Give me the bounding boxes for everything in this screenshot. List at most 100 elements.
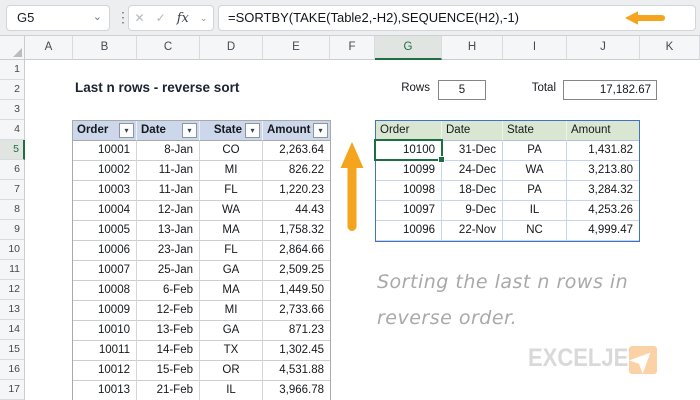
cell[interactable]: WA [200, 201, 263, 221]
cell[interactable]: 4,531.88 [263, 361, 330, 381]
cell[interactable]: 1,302.45 [263, 341, 330, 361]
cell[interactable]: 10005 [73, 221, 137, 241]
column-header-C[interactable]: C [137, 36, 200, 60]
cell[interactable]: 24-Dec [442, 161, 503, 181]
cell[interactable]: 2,509.25 [263, 261, 330, 281]
cell[interactable]: 10096 [376, 221, 442, 241]
cell[interactable]: 1,758.32 [263, 221, 330, 241]
row-header-3[interactable]: 3 [0, 100, 25, 120]
cell[interactable]: 14-Feb [137, 341, 200, 361]
cell[interactable]: 11-Jan [137, 181, 200, 201]
fill-handle[interactable] [438, 156, 445, 163]
cell[interactable]: 1,449.50 [263, 281, 330, 301]
cell[interactable]: 12-Jan [137, 201, 200, 221]
column-header-H[interactable]: H [442, 36, 503, 60]
cell[interactable]: GA [200, 321, 263, 341]
cell[interactable]: 18-Dec [442, 181, 503, 201]
column-header-G[interactable]: G [375, 36, 442, 60]
row-header-8[interactable]: 8 [0, 200, 25, 220]
cell[interactable]: 826.22 [263, 161, 330, 181]
cell[interactable]: 10099 [376, 161, 442, 181]
cell[interactable]: 10013 [73, 381, 137, 400]
cell[interactable]: 10012 [73, 361, 137, 381]
cell[interactable]: 21-Feb [137, 381, 200, 400]
cell[interactable]: 25-Jan [137, 261, 200, 281]
row-header-16[interactable]: 16 [0, 360, 25, 380]
cell[interactable]: PA [503, 181, 567, 201]
row-header-14[interactable]: 14 [0, 320, 25, 340]
cell[interactable]: 31-Dec [442, 141, 503, 161]
column-header-A[interactable]: A [25, 36, 73, 60]
column-header-F[interactable]: F [330, 36, 375, 60]
cell[interactable]: MA [200, 221, 263, 241]
cell[interactable]: 9-Dec [442, 201, 503, 221]
row-header-9[interactable]: 9 [0, 220, 25, 240]
row-header-12[interactable]: 12 [0, 280, 25, 300]
rows-input-cell[interactable]: 5 [438, 80, 486, 100]
cell[interactable]: 22-Nov [442, 221, 503, 241]
filter-dropdown-icon[interactable]: ▾ [313, 123, 328, 138]
row-header-2[interactable]: 2 [0, 80, 25, 100]
row-header-13[interactable]: 13 [0, 300, 25, 320]
cell[interactable]: 3,213.80 [567, 161, 639, 181]
selected-cell-outline[interactable] [374, 139, 445, 163]
row-header-6[interactable]: 6 [0, 160, 25, 180]
cell[interactable]: 6-Feb [137, 281, 200, 301]
row-header-4[interactable]: 4 [0, 120, 25, 140]
cell[interactable]: 10002 [73, 161, 137, 181]
cell[interactable]: IL [200, 381, 263, 400]
cell[interactable]: 44.43 [263, 201, 330, 221]
cell[interactable]: 13-Jan [137, 221, 200, 241]
filter-dropdown-icon[interactable]: ▾ [245, 123, 260, 138]
select-all-corner[interactable] [0, 36, 25, 60]
column-header-B[interactable]: B [73, 36, 137, 60]
filter-dropdown-icon[interactable]: ▾ [182, 123, 197, 138]
row-header-5[interactable]: 5 [0, 140, 25, 160]
column-header-E[interactable]: E [263, 36, 330, 60]
chevron-down-icon[interactable]: ⌄ [200, 13, 208, 24]
cell[interactable]: 2,864.66 [263, 241, 330, 261]
cell[interactable]: 2,263.64 [263, 141, 330, 161]
column-header-I[interactable]: I [503, 36, 567, 60]
cell[interactable]: 2,733.66 [263, 301, 330, 321]
cell[interactable]: 15-Feb [137, 361, 200, 381]
total-cell[interactable]: 17,182.67 [563, 80, 657, 100]
cancel-icon[interactable]: ✕ [135, 11, 145, 25]
cell[interactable]: 10010 [73, 321, 137, 341]
cell[interactable]: MA [200, 281, 263, 301]
cell[interactable]: IL [503, 201, 567, 221]
cell[interactable]: 1,431.82 [567, 141, 639, 161]
column-header-K[interactable]: K [640, 36, 700, 60]
cell[interactable]: CO [200, 141, 263, 161]
cell[interactable]: 10009 [73, 301, 137, 321]
enter-icon[interactable]: ✓ [156, 11, 166, 25]
cell[interactable]: MI [200, 161, 263, 181]
cell[interactable]: 23-Jan [137, 241, 200, 261]
cell[interactable]: 10003 [73, 181, 137, 201]
cell[interactable]: 3,284.32 [567, 181, 639, 201]
row-header-11[interactable]: 11 [0, 260, 25, 280]
insert-function-icon[interactable]: fx [177, 11, 189, 26]
cell[interactable]: 10007 [73, 261, 137, 281]
row-header-15[interactable]: 15 [0, 340, 25, 360]
cell[interactable]: 8-Jan [137, 141, 200, 161]
cell[interactable]: OR [200, 361, 263, 381]
cell[interactable]: MI [200, 301, 263, 321]
cell[interactable]: WA [503, 161, 567, 181]
cell[interactable]: 10001 [73, 141, 137, 161]
cell[interactable]: GA [200, 261, 263, 281]
name-box[interactable]: G5 ⌄ [6, 5, 110, 31]
cell[interactable]: FL [200, 181, 263, 201]
chevron-down-icon[interactable]: ⌄ [93, 5, 102, 29]
cell[interactable]: 11-Jan [137, 161, 200, 181]
cell[interactable]: 871.23 [263, 321, 330, 341]
row-header-7[interactable]: 7 [0, 180, 25, 200]
cell[interactable]: 12-Feb [137, 301, 200, 321]
column-header-D[interactable]: D [200, 36, 263, 60]
cell[interactable]: 10006 [73, 241, 137, 261]
row-header-17[interactable]: 17 [0, 380, 25, 400]
cell[interactable]: 10098 [376, 181, 442, 201]
cell[interactable]: 10097 [376, 201, 442, 221]
cell[interactable]: 10004 [73, 201, 137, 221]
cell[interactable]: 10008 [73, 281, 137, 301]
